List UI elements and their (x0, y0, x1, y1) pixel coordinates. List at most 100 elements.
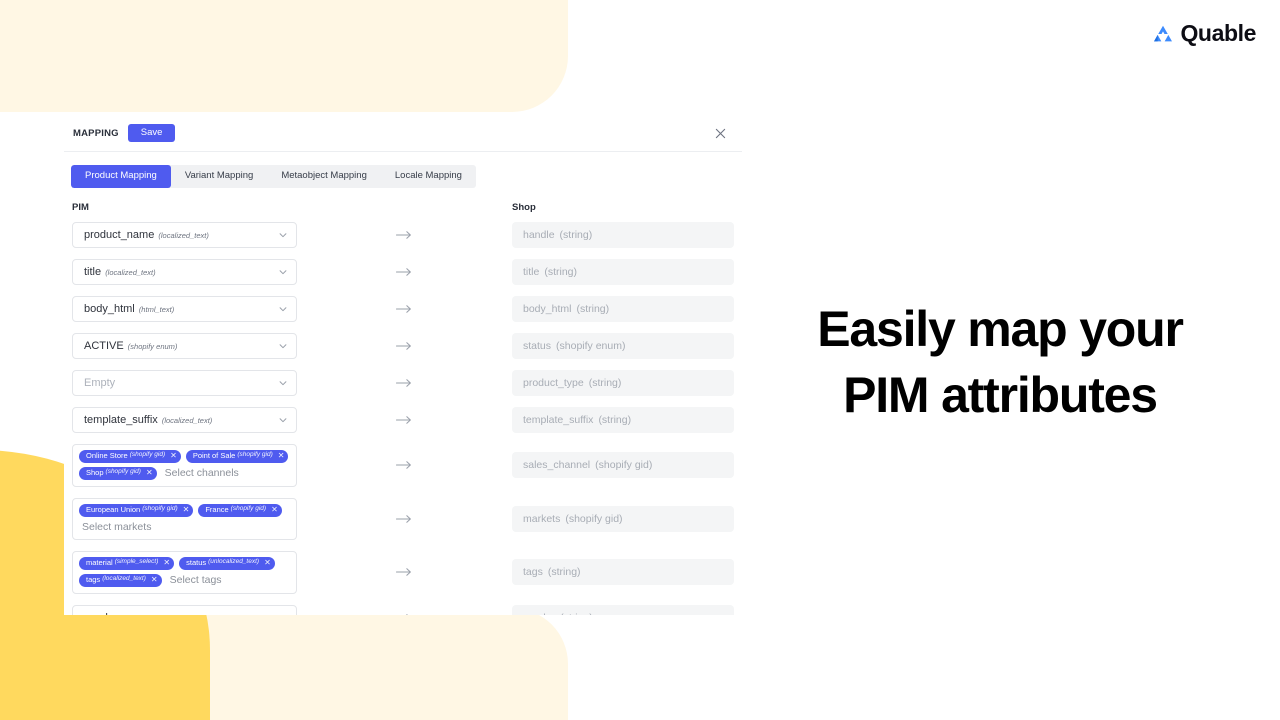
shop-field-template_suffix[interactable]: template_suffix (string) (512, 406, 734, 433)
pim-select-value: body_html (html_text) (84, 302, 175, 315)
pim-cell: product_name (localized_text) (72, 221, 297, 248)
pim-chip[interactable]: status (unlocalized_text) ✕ (179, 556, 275, 570)
pim-chip[interactable]: Point of Sale (shopify gid) ✕ (185, 449, 289, 463)
shop-field-name: status (523, 339, 552, 352)
shop-field-type: (string) (547, 566, 581, 578)
chip-remove-icon[interactable]: ✕ (163, 558, 170, 567)
shop-field-name: body_html (523, 302, 572, 315)
pim-cell: title (localized_text) (72, 258, 297, 285)
shop-field-title[interactable]: title (string) (512, 258, 734, 285)
pim-cell: vendor (localized_text) (72, 604, 297, 616)
shop-cell: body_html (string) (512, 295, 734, 322)
shop-field-tags[interactable]: tags (string) (512, 559, 734, 585)
shop-field-type: (string) (588, 376, 622, 389)
shop-field-sales_channel[interactable]: sales_channel (shopify gid) (512, 452, 734, 478)
close-icon[interactable] (711, 124, 729, 142)
page-headline: Easily map your PIM attributes (760, 296, 1240, 428)
shop-cell: product_type (string) (512, 369, 734, 396)
shop-field-name: vendor (523, 612, 555, 616)
pim-chip[interactable]: European Union (shopify gid) ✕ (79, 503, 194, 517)
chip-label: France (205, 504, 229, 514)
pim-select-active[interactable]: ACTIVE (shopify enum) (72, 332, 297, 359)
mapping-arrow (297, 267, 512, 277)
chip-remove-icon[interactable]: ✕ (271, 505, 278, 514)
chevron-down-icon (278, 613, 288, 616)
pim-multiselect-placeholder: Select channels (164, 467, 239, 479)
chevron-down-icon (278, 267, 288, 277)
pim-attribute-type: (localized_text) (122, 614, 172, 616)
mapping-tabs: Product Mapping Variant Mapping Metaobje… (71, 165, 476, 188)
pim-attribute-type: (localized_text) (161, 415, 213, 425)
chip-remove-icon[interactable]: ✕ (151, 575, 158, 584)
shop-field-type: (string) (544, 265, 578, 278)
pim-multiselect[interactable]: European Union (shopify gid) ✕ France (shopi… (72, 497, 297, 540)
card-header: MAPPING Save (64, 115, 742, 152)
mapping-arrow (297, 341, 512, 351)
chip-remove-icon[interactable]: ✕ (264, 558, 271, 567)
shop-field-type: (string) (598, 413, 632, 426)
arrow-right-icon (396, 461, 411, 469)
mapping-title: MAPPING (73, 127, 119, 139)
pim-select-template_suffix[interactable]: template_suffix (localized_text) (72, 406, 297, 433)
chip-remove-icon[interactable]: ✕ (183, 505, 190, 514)
chip-remove-icon[interactable]: ✕ (170, 451, 177, 460)
tab-variant-mapping[interactable]: Variant Mapping (171, 165, 267, 188)
shop-cell: status (shopify enum) (512, 332, 734, 359)
chip-label: tags (86, 574, 101, 584)
pim-select-value: ACTIVE (shopify enum) (84, 339, 178, 352)
pim-chip[interactable]: Shop (shopify gid) ✕ (79, 466, 157, 480)
mapping-row: Empty product_type (string) (72, 369, 742, 396)
pim-select-product_name[interactable]: product_name (localized_text) (72, 221, 297, 248)
pim-select-title[interactable]: title (localized_text) (72, 258, 297, 285)
mapping-arrow (297, 378, 512, 388)
tab-locale-mapping[interactable]: Locale Mapping (381, 165, 476, 188)
shop-field-vendor[interactable]: vendor (string) (512, 604, 734, 616)
shop-field-status[interactable]: status (shopify enum) (512, 332, 734, 359)
tab-metaobject-mapping[interactable]: Metaobject Mapping (267, 165, 381, 188)
pim-chip[interactable]: material (simple_select) ✕ (79, 556, 175, 570)
mapping-arrow (297, 514, 512, 524)
mapping-row: vendor (localized_text) vendor (string) (72, 604, 742, 616)
pim-chip[interactable]: Online Store (shopify gid) ✕ (79, 449, 181, 463)
save-button[interactable]: Save (127, 123, 176, 143)
shop-field-product_type[interactable]: product_type (string) (512, 369, 734, 396)
mapping-row: Online Store (shopify gid) ✕ Point of Sale(… (72, 443, 742, 487)
quable-triangle-logo-icon (1154, 25, 1173, 41)
pim-multiselect-placeholder: Select markets (82, 520, 152, 533)
pim-multiselect[interactable]: material (simple_select) ✕ status (unlocaliz… (72, 550, 297, 594)
mapping-row: product_name (localized_text) handle (stri… (72, 221, 742, 248)
chip-type: (unlocalized_text) (208, 558, 260, 566)
chip-type: (shopify gid) (129, 451, 166, 459)
chip-remove-icon[interactable]: ✕ (146, 468, 153, 477)
mapping-arrow (297, 567, 512, 577)
pim-multiselect[interactable]: Online Store (shopify gid) ✕ Point of Sale(… (72, 443, 297, 487)
pim-select-value: vendor (localized_text) (84, 612, 278, 616)
shop-cell: sales_channel (shopify gid) (512, 452, 734, 478)
pim-cell: material (simple_select) ✕ status (unlocaliz… (72, 550, 297, 594)
pim-chip[interactable]: tags (localized_text) ✕ (79, 573, 162, 587)
shop-field-handle[interactable]: handle (string) (512, 221, 734, 248)
shop-field-body_html[interactable]: body_html (string) (512, 295, 734, 322)
chevron-down-icon (278, 304, 288, 314)
chip-type: (simple_select) (114, 558, 159, 566)
pim-cell: template_suffix (localized_text) (72, 406, 297, 433)
mapping-app-card: MAPPING Save Product Mapping Variant Map… (64, 115, 742, 615)
arrow-right-icon (396, 415, 411, 424)
pim-select-value: title (localized_text) (84, 265, 156, 278)
mapping-row: material (simple_select) ✕ status (unlocaliz… (72, 550, 742, 594)
pim-select-empty[interactable]: Empty (72, 369, 297, 396)
shop-field-markets[interactable]: markets (shopify gid) (512, 505, 734, 532)
pim-select-body_html[interactable]: body_html (html_text) (72, 295, 297, 322)
tab-product-mapping[interactable]: Product Mapping (71, 165, 171, 188)
shop-field-name: tags (523, 566, 543, 578)
chevron-down-icon (278, 378, 288, 388)
pim-select-vendor[interactable]: vendor (localized_text) (72, 604, 297, 616)
arrow-right-icon (396, 304, 411, 313)
pim-select-value: template_suffix (localized_text) (84, 413, 213, 426)
chevron-down-icon (278, 415, 288, 425)
chip-remove-icon[interactable]: ✕ (278, 451, 285, 460)
chip-label: Shop (86, 467, 104, 477)
headline-line-1: Easily map your (817, 301, 1184, 357)
pim-chip[interactable]: France (shopify gid) ✕ (198, 503, 282, 517)
mapping-row: title (localized_text) title (string) (72, 258, 742, 285)
